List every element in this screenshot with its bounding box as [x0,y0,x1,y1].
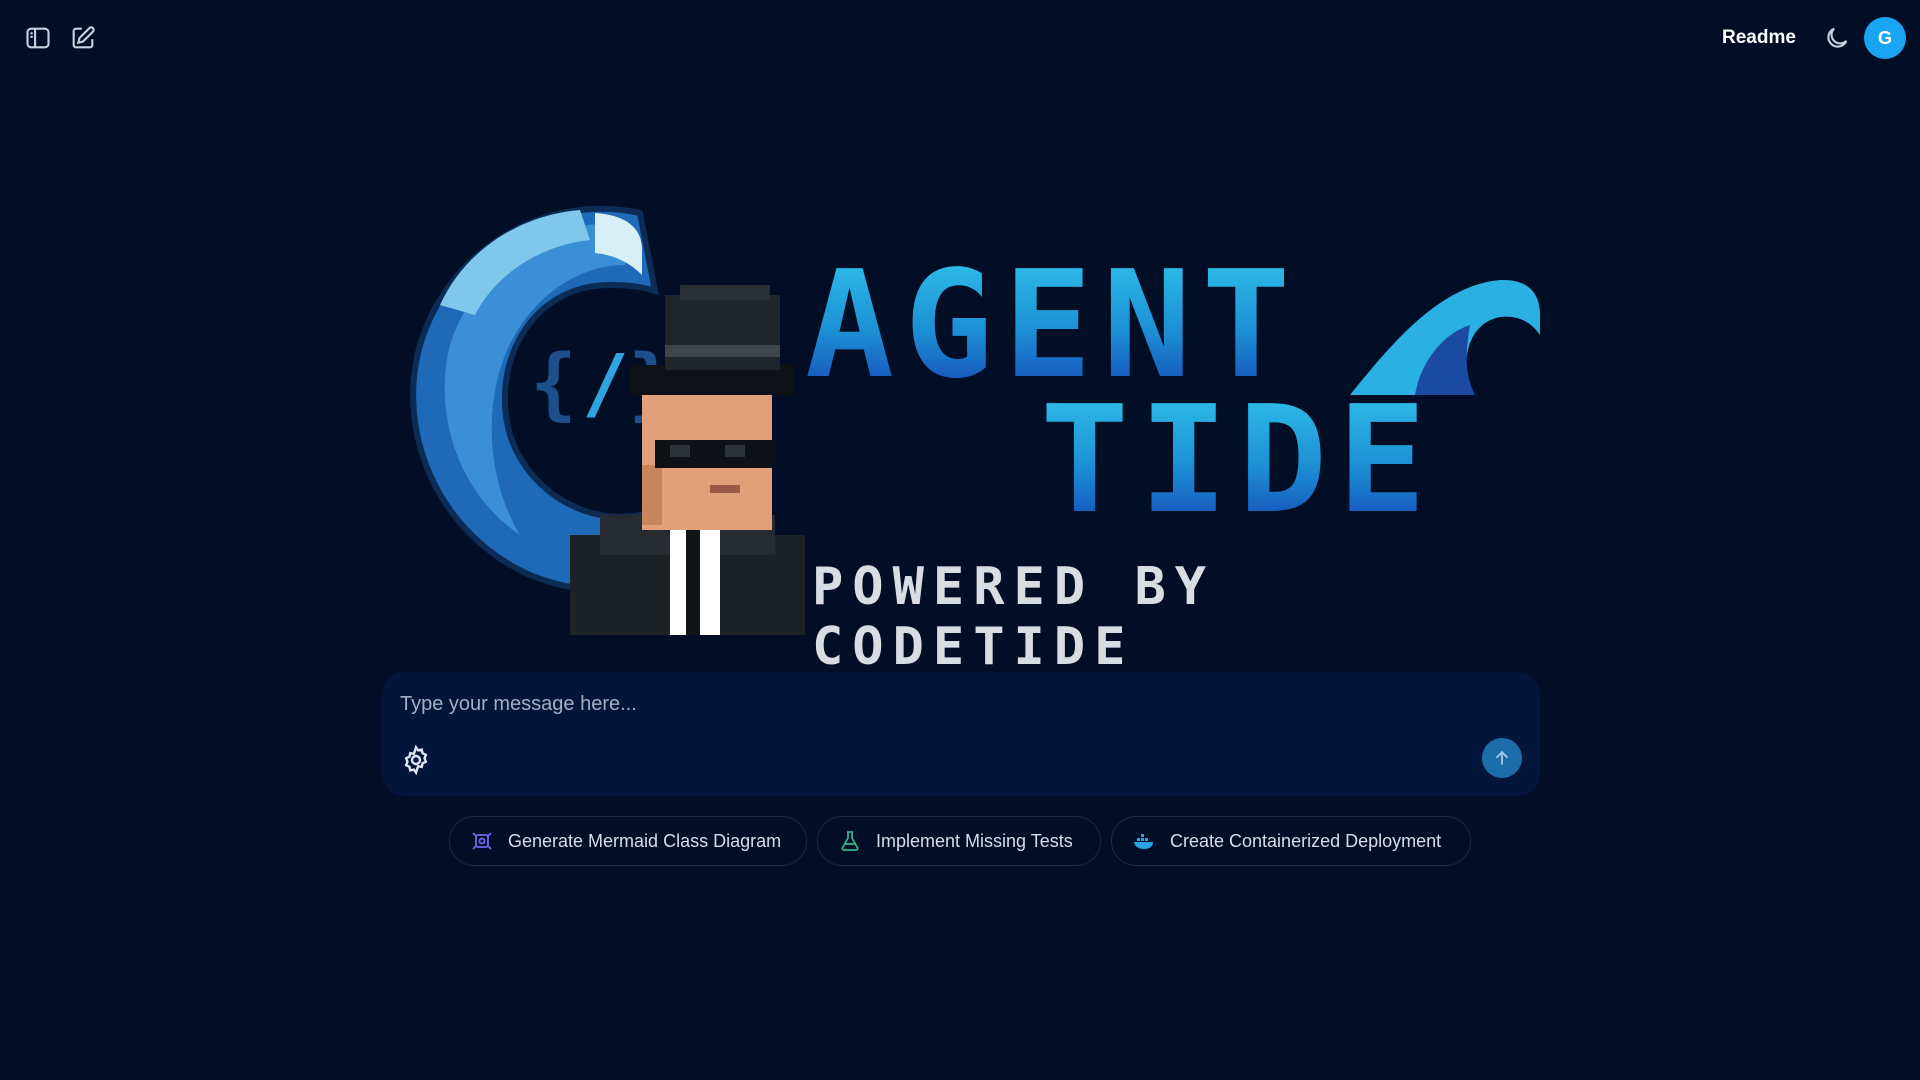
suggestion-label: Implement Missing Tests [876,830,1073,851]
svg-text:{: { [530,339,577,429]
sidebar-toggle-button[interactable] [18,18,58,58]
sidebar-panel-icon [26,27,50,49]
suggestion-label: Generate Mermaid Class Diagram [508,830,782,851]
suggestion-chip[interactable]: Implement Missing Tests [817,816,1101,866]
hero-banner: { / } AGENT TIDE POWERED BY CODE [380,195,1540,677]
user-avatar[interactable]: G [1864,17,1906,59]
subtitle: POWERED BY CODETIDE [812,557,1216,677]
new-chat-button[interactable] [63,18,103,58]
suggestion-chips: Generate Mermaid Class Diagram Implement… [0,816,1920,866]
message-input[interactable] [400,686,1500,722]
top-bar: Readme G [0,0,1920,76]
svg-text:/: / [582,339,629,429]
send-button[interactable] [1482,738,1522,778]
container-icon [1134,834,1153,849]
message-composer [382,672,1540,796]
suggestion-chip[interactable]: Create Containerized Deployment [1111,816,1471,866]
suggestion-label: Create Containerized Deployment [1170,830,1442,851]
moon-icon [1827,27,1848,48]
title-tide: TIDE [1040,374,1437,546]
gear-icon [404,744,428,776]
settings-button[interactable] [400,744,432,776]
edit-pencil-icon [72,26,95,49]
readme-link[interactable]: Readme [1710,22,1808,54]
theme-toggle-button[interactable] [1817,18,1857,58]
diagram-icon [472,832,492,850]
pixel-agent-mascot [570,285,805,635]
flask-icon [841,831,859,851]
arrow-up-icon [1496,750,1508,765]
suggestion-chip[interactable]: Generate Mermaid Class Diagram [449,816,807,866]
